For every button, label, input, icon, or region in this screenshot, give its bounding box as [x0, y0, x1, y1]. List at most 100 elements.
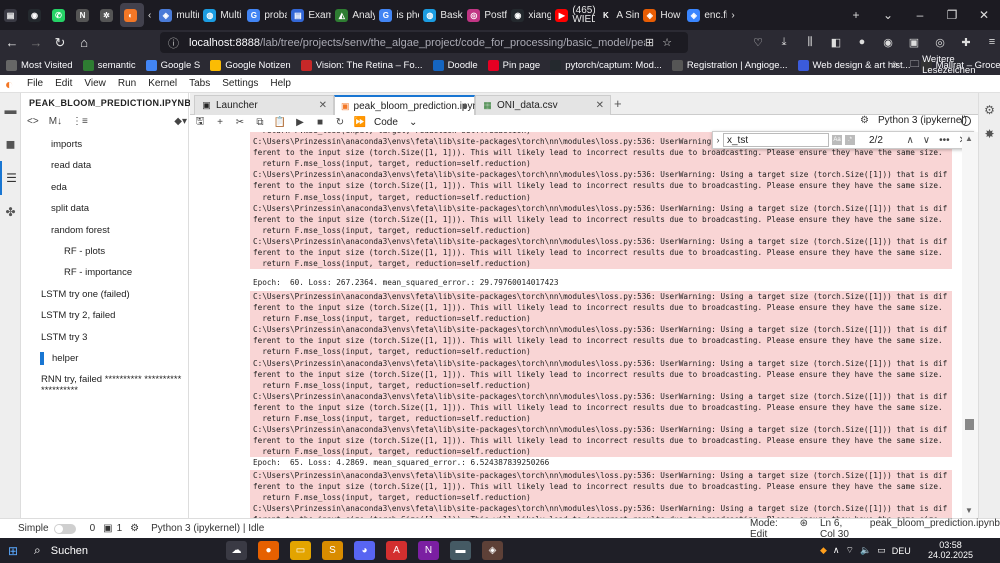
toc-item[interactable]: eda [21, 177, 189, 198]
unsaved-dot-icon[interactable]: ● [462, 101, 468, 112]
paste-icon[interactable]: 📋 [270, 117, 290, 128]
browser-tab[interactable]: ✲ [96, 3, 120, 27]
toc-item[interactable]: read data [21, 155, 189, 176]
code-toggle-icon[interactable]: <> [27, 116, 39, 132]
bookmark-item[interactable]: pytorch/captum: Mod... [550, 59, 662, 71]
browser-tab[interactable]: ◈ enc.fi [683, 3, 727, 27]
tray-app-icon[interactable]: ◆ [820, 545, 827, 556]
kernel-settings-icon[interactable]: ⚙ [860, 115, 869, 126]
toc-item[interactable]: RF - plots [21, 241, 189, 262]
numbering-icon[interactable]: ⋮≡ [72, 116, 88, 132]
home-icon[interactable]: ⌂ [72, 35, 96, 50]
toc-item[interactable]: LSTM try one (failed) [21, 284, 189, 305]
kernel-name[interactable]: Python 3 (ipykernel) [878, 115, 967, 126]
menu-run[interactable]: Run [118, 78, 136, 89]
save-icon[interactable]: 🖫 [190, 114, 210, 131]
bookmark-item[interactable]: Google Notizen [210, 59, 291, 71]
extensions-icon[interactable]: ✚ [958, 34, 974, 50]
tray-overflow-icon[interactable]: ∧ [833, 545, 840, 556]
file-browser-icon[interactable]: ▬ [0, 93, 21, 127]
extension-3-icon[interactable]: ◎ [932, 34, 948, 50]
browser-tab[interactable]: ◍Baske [419, 3, 463, 27]
bookmark-item[interactable]: Vision: The Retina – Fo... [300, 59, 423, 71]
browser-tab[interactable]: Gproba [243, 3, 287, 27]
simple-mode-toggle[interactable] [53, 523, 76, 534]
toc-item[interactable]: LSTM try 3 [21, 327, 189, 348]
browser-tab[interactable]: ✆ [48, 3, 72, 27]
cell-output-area[interactable]: return F.mse_loss(input, target, reducti… [190, 132, 962, 518]
bookmark-item[interactable]: Most Visited [6, 59, 73, 71]
browser-tab[interactable]: ◈How c [639, 3, 683, 27]
scroll-thumb[interactable] [965, 419, 974, 430]
minimize-icon[interactable]: – [904, 8, 936, 22]
extension-manager-icon[interactable]: ✤ [0, 195, 21, 229]
forward-icon[interactable]: → [24, 35, 48, 50]
windows-start-icon[interactable]: ⊞ [8, 544, 28, 558]
regex-icon[interactable]: .* [845, 135, 855, 145]
scroll-tabs-left-icon[interactable]: ‹ [144, 3, 155, 27]
new-launcher-icon[interactable]: + [614, 96, 622, 111]
language-indicator[interactable]: DEU [892, 546, 911, 556]
toc-item[interactable]: RNN try, failed ********** ********** **… [21, 369, 189, 405]
firefox-account-icon[interactable]: ● [854, 34, 870, 50]
network-icon[interactable]: ⌔ [846, 545, 854, 556]
search-input[interactable] [723, 133, 829, 147]
browser-tab[interactable]: N [72, 3, 96, 27]
toc-item[interactable]: random forest [21, 220, 189, 241]
toggle-replace-icon[interactable]: › [713, 135, 723, 145]
browser-tab[interactable]: ▤Examp [287, 3, 331, 27]
toc-item[interactable]: LSTM try 2, failed [21, 305, 189, 326]
previous-match-icon[interactable]: ∧ [906, 135, 913, 146]
extension-icon[interactable]: ◉ [880, 34, 896, 50]
menu-file[interactable]: File [27, 78, 43, 89]
terminal-app-icon[interactable]: ▬ [450, 541, 471, 560]
toc-item[interactable]: RF - importance [21, 262, 189, 283]
pocket-icon[interactable]: ♡ [750, 34, 766, 50]
copy-icon[interactable]: ⧉ [250, 117, 270, 128]
tab-csv[interactable]: ▦ ONI_data.csv ✕ [475, 95, 611, 115]
more-options-icon[interactable]: ••• [939, 135, 950, 146]
menu-settings[interactable]: Settings [222, 78, 258, 89]
insert-cell-icon[interactable]: + [210, 117, 230, 128]
scroll-tabs-right-icon[interactable]: › [727, 3, 738, 27]
reload-icon[interactable]: ↻ [48, 35, 72, 51]
toc-item[interactable]: helper [21, 348, 189, 369]
run-icon[interactable]: ▶ [290, 117, 310, 128]
info-icon[interactable]: ⓘ [168, 35, 179, 51]
browser-tab[interactable]: ◐ [120, 3, 144, 27]
sublime-icon[interactable]: S [322, 541, 343, 560]
cell-type-select[interactable]: Code ⌄ [374, 117, 432, 128]
tab-list-icon[interactable]: ⌄ [872, 8, 904, 22]
browser-tab[interactable]: ◭ Analy [331, 3, 375, 27]
menu-icon[interactable]: ≡ [984, 34, 1000, 50]
browser-tab[interactable]: ◉ xiang [507, 3, 551, 27]
taskbar-search[interactable]: ⌕ Suchen [34, 543, 88, 558]
restart-icon[interactable]: ↻ [330, 117, 350, 128]
library-icon[interactable]: ⫼ [802, 34, 818, 50]
close-window-icon[interactable]: ✕ [968, 8, 1000, 22]
table-of-contents-icon[interactable]: ☰ [0, 161, 21, 195]
menu-tabs[interactable]: Tabs [189, 78, 210, 89]
run-all-icon[interactable]: ⏩ [350, 117, 370, 128]
menu-help[interactable]: Help [270, 78, 291, 89]
sync-icon[interactable]: ◧ [828, 34, 844, 50]
onenote-icon[interactable]: N [418, 541, 439, 560]
bookmark-item[interactable]: semantic [82, 59, 136, 71]
close-tab-icon[interactable]: ✕ [596, 100, 604, 111]
file-explorer-icon[interactable]: ▭ [290, 541, 311, 560]
tab-notebook[interactable]: ▣ peak_bloom_prediction.ipynb ● [334, 95, 484, 116]
browser-tab[interactable]: ◈multin [155, 3, 199, 27]
browser-tab[interactable]: ▤ [0, 3, 24, 27]
browser-tab[interactable]: ◎Postfa [463, 3, 507, 27]
scroll-down-icon[interactable]: ▼ [965, 506, 973, 515]
scroll-up-icon[interactable]: ▲ [965, 134, 973, 143]
toc-item[interactable]: split data [21, 198, 189, 219]
other-bookmarks[interactable]: 🗀 Weitere Lesezeichen [910, 54, 1000, 76]
more-bookmarks-icon[interactable]: » [892, 59, 898, 71]
back-icon[interactable]: ← [0, 35, 24, 50]
bookmark-item[interactable]: Registration | Angioge... [671, 59, 788, 71]
menu-kernel[interactable]: Kernel [148, 78, 177, 89]
clock[interactable]: 03:58 24.02.2025 [928, 540, 973, 560]
case-sensitive-icon[interactable]: Aa [832, 135, 842, 145]
acrobat-icon[interactable]: A [386, 541, 407, 560]
